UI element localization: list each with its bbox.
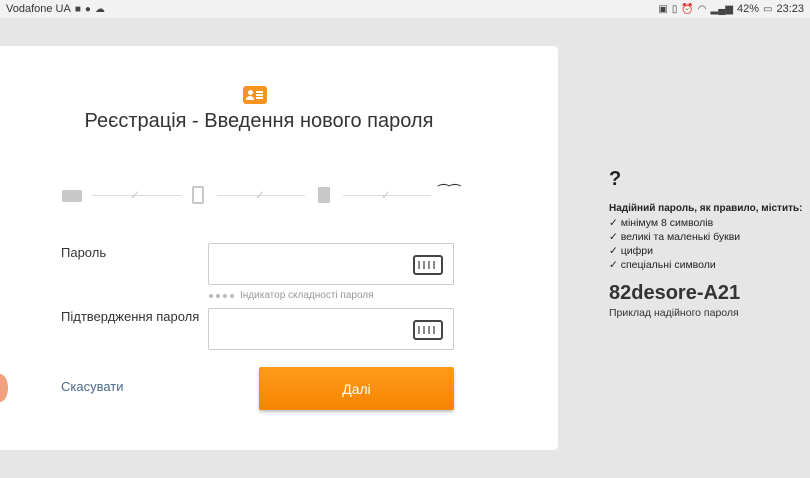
carrier-label: Vodafone UA — [6, 3, 71, 15]
strength-label: Індикатор складності пароля — [240, 290, 374, 301]
tip-item: цифри — [609, 244, 809, 258]
cast-icon: ▣ — [658, 3, 668, 15]
example-password: 82desore-A21 — [609, 282, 741, 304]
status-bar: Vodafone UA ■ ● ☁ ▣ ▯ ⏰ ◠ ▂▄▆ 42% ▭ 23:2… — [0, 0, 810, 18]
tip-item: мінімум 8 символів — [609, 216, 809, 230]
card-step-icon — [62, 190, 82, 202]
password-tips-panel: ? Надійний пароль, як правило, містить: … — [609, 168, 809, 319]
phone-step-icon — [192, 186, 204, 204]
keyboard-icon[interactable] — [413, 320, 443, 340]
check-icon: ✓ — [381, 188, 392, 202]
status-bar-right: ▣ ▯ ⏰ ◠ ▂▄▆ 42% ▭ 23:23 — [658, 3, 804, 15]
video-icon: ■ — [74, 3, 81, 15]
progress-stepper: ✓ ✓ ✓ ⁀⁀ — [62, 184, 462, 206]
page-title: Реєстрація - Введення нового пароля — [84, 110, 434, 132]
tips-list: мінімум 8 символів великі та маленькі бу… — [609, 216, 809, 272]
confirm-password-field[interactable] — [208, 308, 454, 350]
battery-percent: 42% — [736, 3, 760, 15]
id-card-icon — [243, 86, 267, 104]
chat-icon: ● — [84, 3, 91, 15]
keyboard-icon[interactable] — [413, 255, 443, 275]
tips-heading: Надійний пароль, як правило, містить: — [609, 203, 803, 214]
signal-icon: ▂▄▆ — [710, 3, 733, 15]
password-field[interactable] — [208, 243, 454, 285]
battery-icon: ▭ — [763, 3, 773, 15]
vibrate-icon: ▯ — [671, 3, 678, 15]
password-label: Пароль — [61, 245, 107, 260]
tip-item: великі та маленькі букви — [609, 230, 809, 244]
next-button[interactable]: Далі — [259, 367, 454, 410]
password-strength-indicator: Індикатор складності пароля — [209, 290, 374, 301]
status-bar-left: Vodafone UA ■ ● ☁ — [6, 3, 105, 15]
question-mark: ? — [609, 168, 622, 190]
clock: 23:23 — [776, 3, 804, 15]
registration-card: Реєстрація - Введення нового пароля ✓ ✓ … — [0, 46, 558, 450]
document-step-icon — [318, 187, 330, 203]
tip-item: спеціальні символи — [609, 258, 809, 272]
alarm-icon: ⏰ — [681, 3, 694, 15]
check-icon: ✓ — [255, 188, 266, 202]
wifi-icon: ◠ — [697, 3, 707, 15]
cancel-link[interactable]: Скасувати — [61, 379, 124, 394]
strength-dots — [209, 293, 234, 298]
confirm-password-label: Підтвердження пароля — [61, 309, 200, 324]
check-icon: ✓ — [130, 188, 141, 202]
closed-eye-icon: ⁀⁀ — [438, 184, 461, 200]
example-caption: Приклад надійного пароля — [609, 307, 739, 319]
cloud-icon: ☁ — [94, 3, 105, 15]
